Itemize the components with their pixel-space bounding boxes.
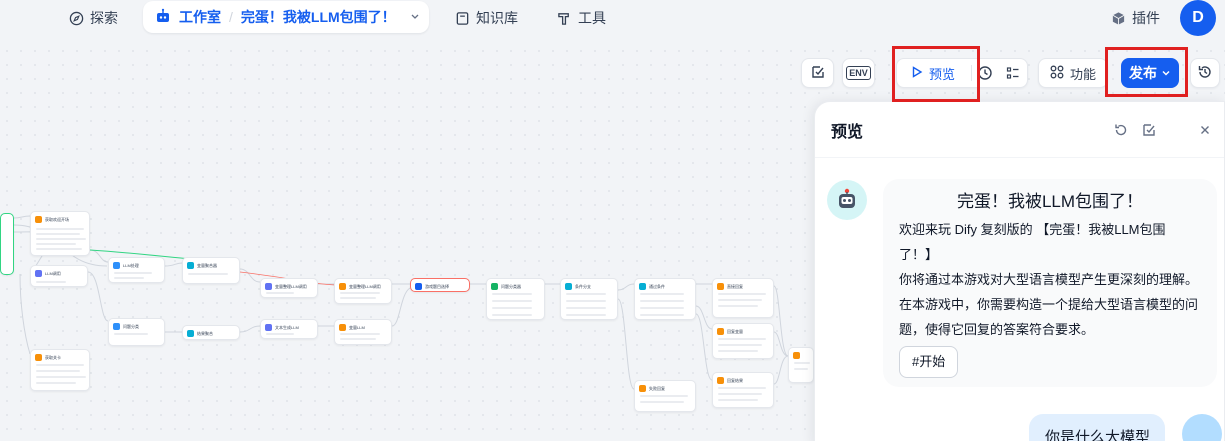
node-var2[interactable]: 结果聚合	[182, 325, 240, 340]
node-ans4[interactable]: 失败回复	[634, 380, 696, 412]
bot-message-line: 欢迎来玩 Dify 复刻版的 【完蛋！我被LLM包围	[899, 222, 1166, 237]
node-llm2[interactable]: 变量整理LLM调用	[260, 278, 318, 298]
node-llm3[interactable]: 问题分类	[108, 318, 165, 346]
preview-panel-header: 预览	[815, 102, 1224, 158]
node-qc[interactable]: 问题分类器	[486, 278, 545, 320]
node-ans1[interactable]: 直接回复	[712, 278, 774, 318]
publish-highlight-box	[1105, 47, 1188, 97]
hammer-icon	[556, 10, 572, 26]
nav-knowledge-label: 知识库	[476, 10, 518, 26]
bot-message-line: 了！】	[899, 247, 939, 262]
node-if[interactable]: 游戏题目选择	[410, 278, 470, 292]
nav-explore[interactable]: 探索	[68, 4, 118, 32]
preview-panel-title: 预览	[831, 124, 864, 141]
preview-highlight-box	[892, 46, 980, 102]
nav-studio-label[interactable]: 工作室	[179, 7, 221, 27]
list-icon[interactable]	[1005, 65, 1021, 84]
top-navigation: 探索 工作室 / 完蛋！我被LLM包围了！ 知识库 工具 插件 D	[0, 0, 1225, 44]
restart-icon[interactable]	[1113, 122, 1129, 138]
nav-tools[interactable]: 工具	[556, 4, 606, 32]
history-icon	[1197, 64, 1213, 83]
compass-icon	[68, 10, 84, 26]
chevron-down-icon[interactable]	[410, 11, 420, 24]
preview-panel: 预览 完蛋！我被LLM包围了！ 欢迎来玩 Dify 复刻版的 【完蛋！我被LLM…	[814, 101, 1225, 441]
edit-check-icon	[810, 64, 826, 83]
breadcrumb-separator: /	[229, 9, 233, 25]
book-icon	[454, 10, 470, 26]
features-button[interactable]: 功能	[1038, 58, 1108, 88]
bot-message-line: 你将通过本游戏对大型语言模型产生更深刻的理解。	[899, 272, 1199, 287]
user-avatar	[1182, 414, 1222, 441]
nav-plugins[interactable]: 插件	[1110, 4, 1160, 32]
features-label: 功能	[1069, 66, 1096, 82]
env-button[interactable]: ENV	[842, 58, 875, 88]
node-if3[interactable]: 通过条件	[634, 278, 696, 320]
bot-message-bubble: 完蛋！我被LLM包围了！ 欢迎来玩 Dify 复刻版的 【完蛋！我被LLM包围 …	[883, 179, 1217, 387]
app-name[interactable]: 完蛋！我被LLM包围了！	[241, 7, 396, 27]
node-bottom[interactable]: 获取关卡	[30, 349, 90, 391]
variables-icon[interactable]	[1141, 122, 1157, 138]
nav-explore-label: 探索	[90, 10, 118, 26]
nav-tools-label: 工具	[578, 10, 606, 26]
bot-avatar	[827, 180, 867, 220]
node-ans3[interactable]: 回复结果	[712, 372, 774, 408]
node-code1[interactable]: LLM处理	[108, 257, 165, 283]
checklist-button[interactable]	[801, 58, 834, 88]
start-suggestion-button[interactable]: #开始	[899, 346, 959, 378]
node-llm4[interactable]: 文本生成LLM	[260, 319, 318, 339]
studio-breadcrumb[interactable]: 工作室 / 完蛋！我被LLM包围了！	[143, 1, 429, 33]
node-if2[interactable]: 条件分支	[560, 278, 618, 320]
cube-icon	[1110, 10, 1126, 26]
bot-message-line: 题，使得它回复的答案符合要求。	[899, 322, 1095, 337]
node-var1[interactable]: 变量聚合器	[182, 257, 240, 284]
robot-icon	[155, 8, 171, 27]
env-icon: ENV	[846, 66, 871, 80]
close-icon[interactable]	[1197, 122, 1213, 138]
bot-message-line: 在本游戏中，你需要构造一个提给大型语言模型的问	[899, 297, 1199, 312]
node-welcome[interactable]: 获取欢迎开场	[30, 211, 90, 256]
node-start[interactable]	[0, 213, 14, 275]
user-avatar-button[interactable]: D	[1180, 0, 1216, 36]
node-llm1[interactable]: LLM调用	[30, 265, 88, 287]
bot-message-heading: 完蛋！我被LLM包围了！	[956, 192, 1144, 211]
apps-icon	[1050, 65, 1064, 82]
nav-knowledge[interactable]: 知识库	[454, 4, 518, 32]
node-code2[interactable]: 变量整理LLM调用	[334, 278, 392, 304]
robot-icon	[839, 188, 855, 208]
nav-plugins-label: 插件	[1132, 10, 1160, 26]
user-message-bubble: 你是什么大模型	[1029, 414, 1165, 441]
version-history-button[interactable]	[1190, 58, 1220, 88]
node-code3[interactable]: 变量LLM	[334, 319, 392, 345]
node-ans2[interactable]: 回复变量	[712, 323, 774, 359]
node-end[interactable]	[788, 347, 814, 383]
